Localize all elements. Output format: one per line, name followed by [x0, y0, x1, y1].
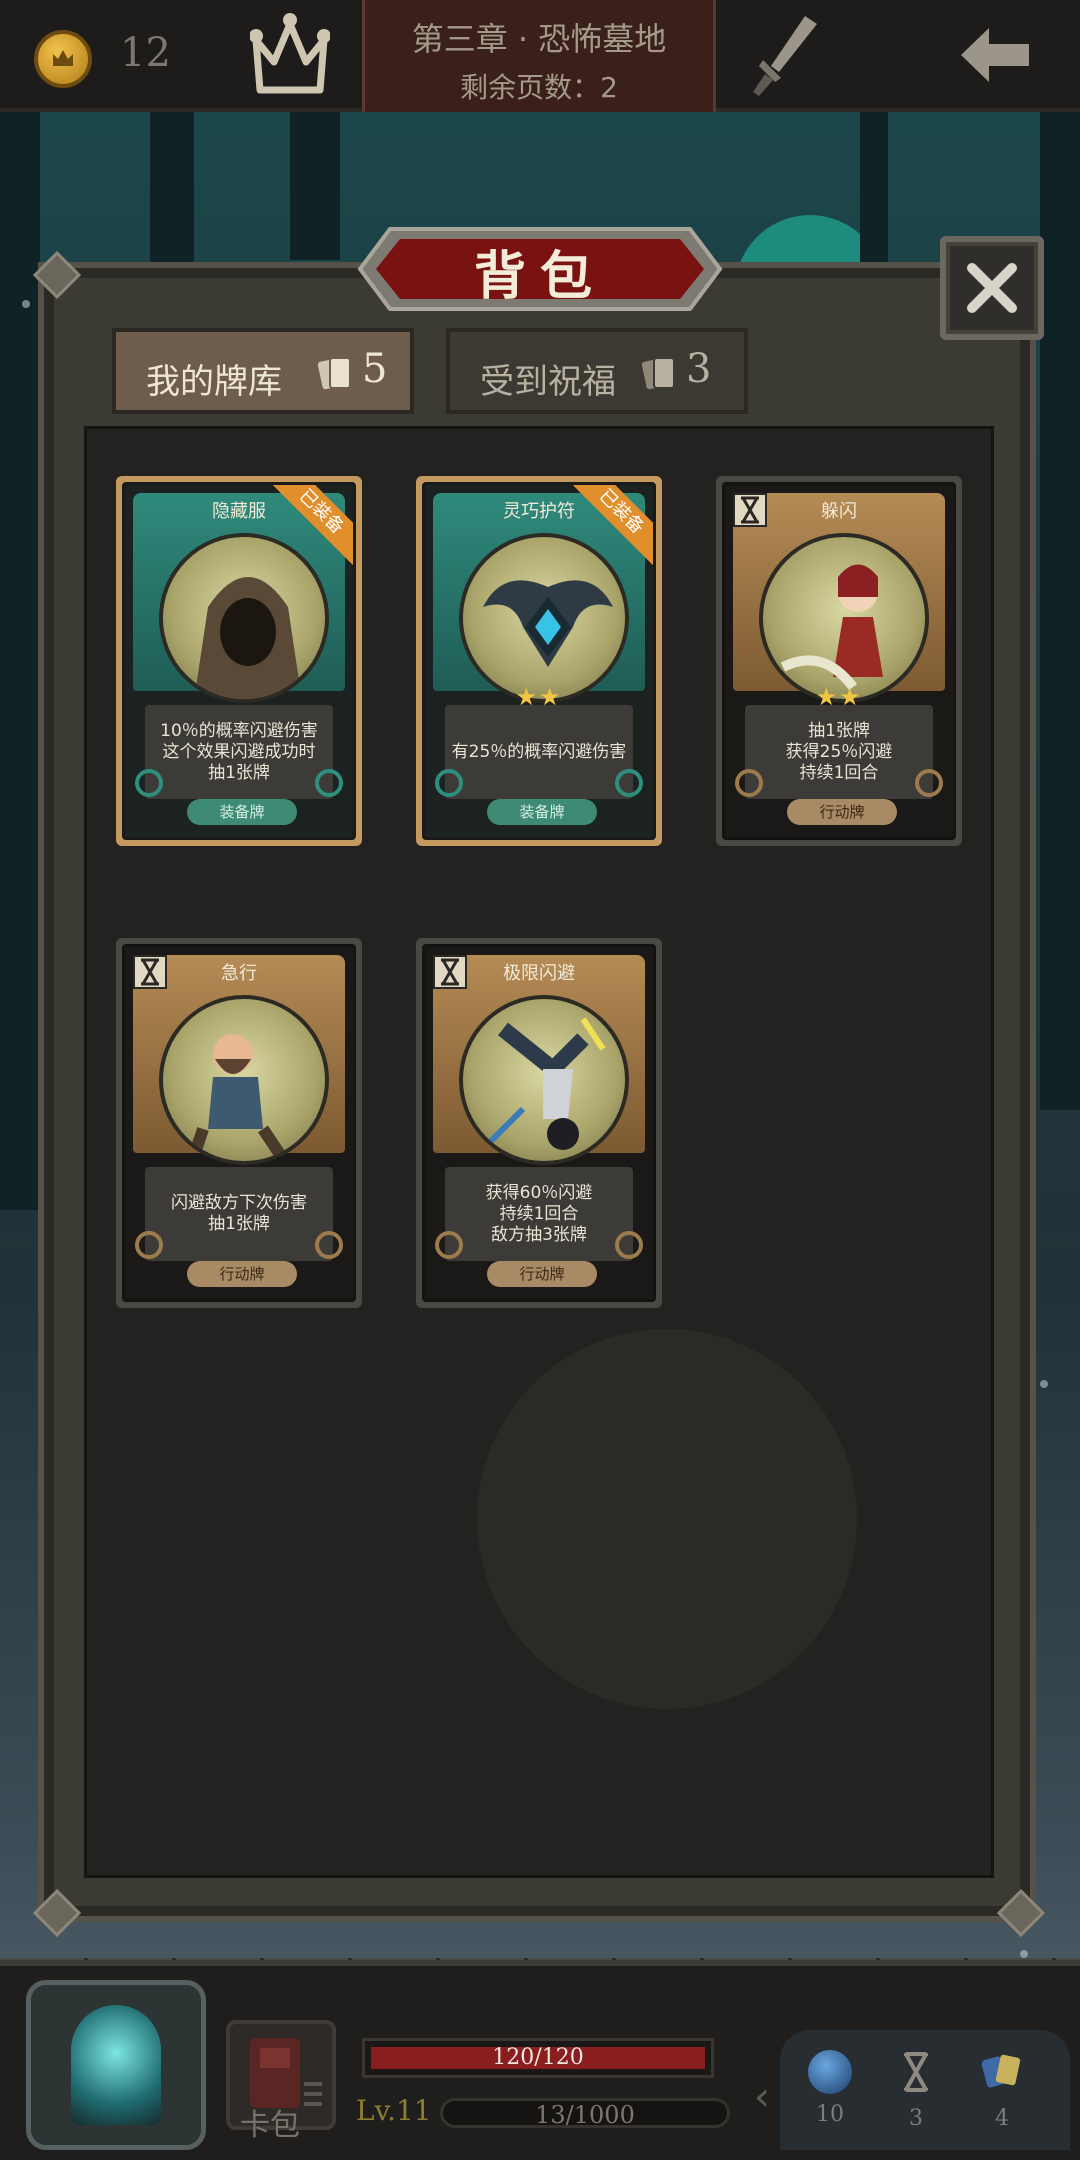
card-stars: ★★ [815, 683, 863, 711]
hourglass-icon [133, 955, 167, 989]
tab-blessings[interactable]: 受到祝福 3 [446, 328, 748, 414]
tab-count: 3 [686, 346, 712, 392]
hp-bar: 120/120 [362, 2038, 714, 2078]
gold-coin-icon [34, 30, 92, 88]
hero-avatar [71, 2005, 161, 2125]
card-type: 行动牌 [487, 1261, 597, 1287]
card-description: 获得60％闪避 持续1回合 敌方抽3张牌 [445, 1167, 633, 1261]
crown-icon[interactable] [249, 10, 331, 100]
card-description: 抽1张牌 获得25％闪避 持续1回合 [745, 705, 933, 799]
card-type: 行动牌 [187, 1261, 297, 1287]
tab-label: 受到祝福 [480, 362, 616, 402]
extreme-dodge-art [459, 995, 629, 1165]
card-description: 有25％的概率闪避伤害 [445, 705, 633, 799]
card-stars: ★★ [515, 683, 563, 711]
card-dodge[interactable]: 躲闪 ★★ 抽1张牌 获得25％闪避 持续1回合 行动牌 [716, 476, 962, 846]
chapter-title: 第三章 · 恐怖墓地 [411, 20, 667, 58]
card-description: 闪避敌方下次伤害 抽1张牌 [145, 1167, 333, 1261]
resource-mana[interactable]: 10 [800, 2050, 860, 2140]
card-pack-label: 卡包 [240, 2108, 300, 2143]
hourglass-icon [904, 2052, 928, 2092]
close-button[interactable] [940, 236, 1044, 340]
player-level: Lv.11 [356, 2094, 432, 2127]
dodge-art [759, 533, 929, 703]
tab-label: 我的牌库 [146, 362, 282, 402]
top-bar: 12 第三章 · 恐怖墓地 剩余页数：2 [0, 0, 1080, 112]
card-stack-icon [641, 357, 675, 390]
hero-portrait[interactable] [26, 1980, 206, 2150]
resource-cards[interactable]: 4 [972, 2050, 1032, 2140]
card-type: 装备牌 [487, 799, 597, 825]
cloak-art [159, 533, 329, 703]
card-extreme-dodge[interactable]: 极限闪避 获得60％闪避 持续1回合 敌方抽3张牌 行动牌 [416, 938, 662, 1308]
card-hidden-cloak[interactable]: 隐藏服 已装备 10％的概率闪避伤害 这个效果闪避成功时 抽1张牌 装备牌 [116, 476, 362, 846]
sword-icon[interactable] [745, 10, 825, 100]
xp-text: 13/1000 [535, 2101, 635, 2129]
tab-count: 5 [362, 346, 388, 392]
hourglass-icon [433, 955, 467, 989]
tab-my-deck[interactable]: 我的牌库 5 [112, 328, 414, 414]
card-dash[interactable]: 急行 闪避敌方下次伤害 抽1张牌 行动牌 [116, 938, 362, 1308]
amulet-art [459, 533, 629, 703]
panel-title: 背包 [473, 247, 606, 307]
resource-hourglass[interactable]: 3 [886, 2050, 946, 2140]
hourglass-icon [733, 493, 767, 527]
cards-icon [981, 2054, 1021, 2088]
chevron-left-icon[interactable]: ‹ [754, 2074, 770, 2120]
dash-art [159, 995, 329, 1165]
card-agile-amulet[interactable]: 灵巧护符 已装备 ★★ 有25％的概率闪避伤害 装备牌 [416, 476, 662, 846]
card-type: 行动牌 [787, 799, 897, 825]
back-arrow-icon[interactable] [955, 20, 1035, 90]
xp-bar: 13/1000 [440, 2098, 730, 2129]
chapter-header: 第三章 · 恐怖墓地 剩余页数：2 [362, 0, 716, 112]
card-stack-icon [317, 357, 351, 390]
card-type: 装备牌 [187, 799, 297, 825]
card-description: 10％的概率闪避伤害 这个效果闪避成功时 抽1张牌 [145, 705, 333, 799]
pages-remaining: 剩余页数：2 [460, 71, 618, 104]
mana-orb-icon [808, 2050, 852, 2094]
gold-count: 12 [120, 30, 171, 76]
close-icon [967, 263, 1017, 313]
hp-text: 120/120 [492, 2045, 584, 2070]
